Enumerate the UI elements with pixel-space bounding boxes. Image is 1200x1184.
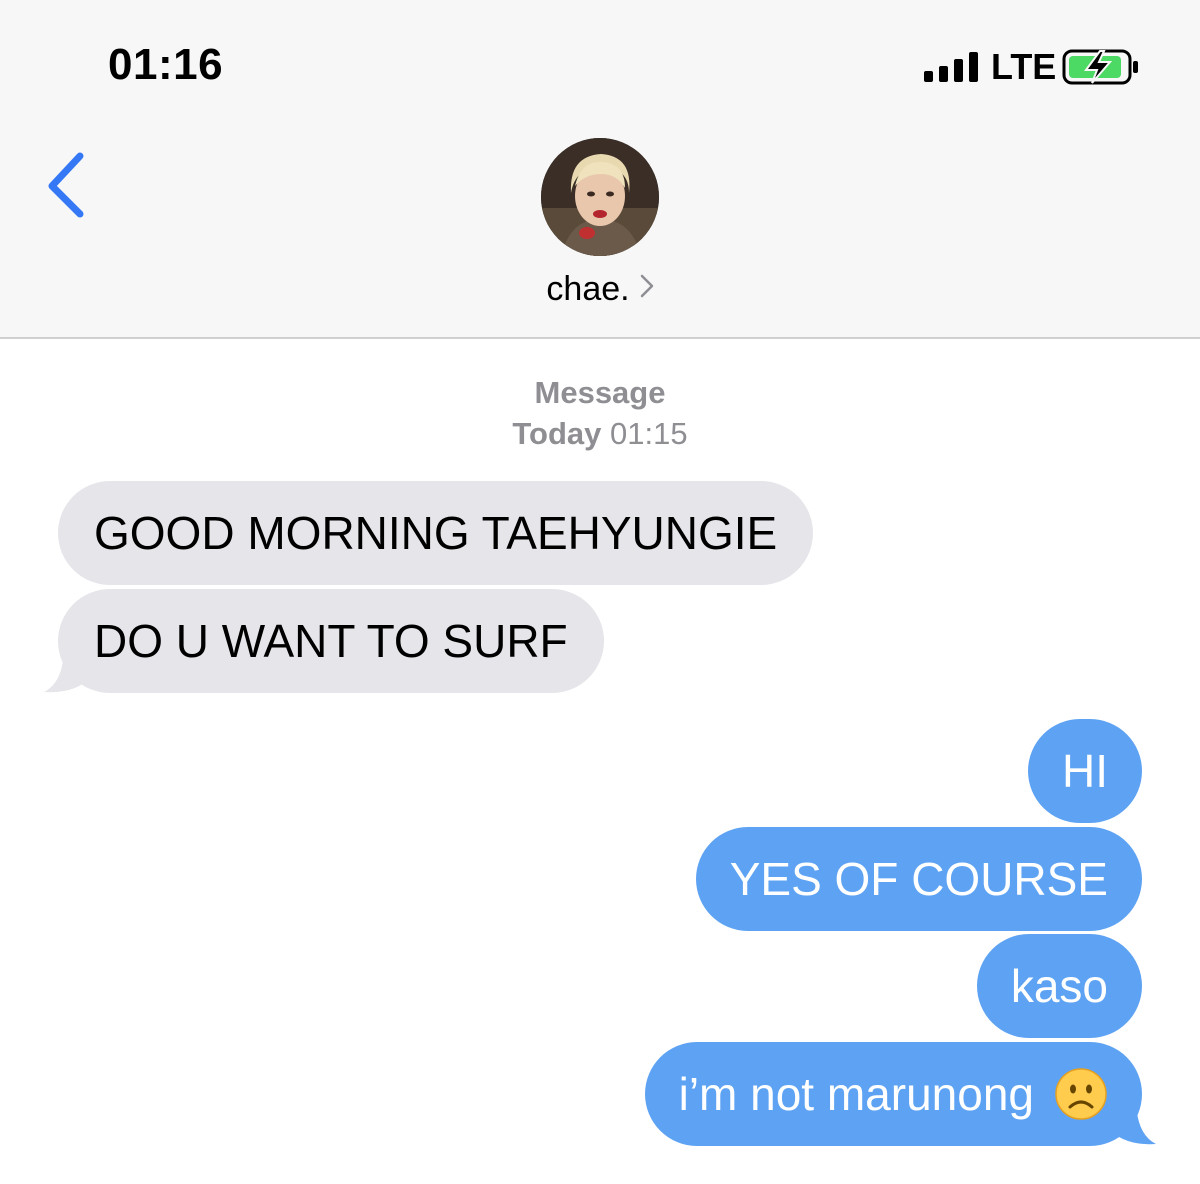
status-time: 01:16 (108, 40, 224, 89)
sent-message[interactable]: HI (1028, 719, 1142, 823)
back-button[interactable] (42, 150, 92, 220)
network-type: LTE (991, 46, 1057, 87)
chevron-right-icon (640, 268, 654, 307)
sent-message[interactable]: kaso (976, 934, 1142, 1038)
battery-charging-icon (1062, 49, 1138, 85)
chevron-left-icon (48, 152, 84, 218)
received-message[interactable]: GOOD MORNING TAEHYUNGIE (58, 481, 814, 585)
cellular-signal-icon (924, 52, 980, 82)
message-text: YES OF COURSE (729, 853, 1108, 905)
contact-name: chae. (546, 270, 630, 308)
avatar-photo (541, 138, 659, 256)
service-label: Message (534, 375, 666, 410)
message-text: kaso (1010, 960, 1108, 1012)
message-text: HI (1062, 745, 1108, 797)
timestamp-day: Today (512, 416, 602, 451)
received-message[interactable]: DO U WANT TO SURF (58, 589, 604, 693)
sent-message[interactable]: i’m not marunong (644, 1042, 1142, 1146)
message-text: GOOD MORNING TAEHYUNGIE (94, 507, 778, 559)
conversation-header: 01:16 LTE chae. (0, 0, 1200, 339)
frowning-face-icon (1055, 1068, 1107, 1120)
contact-avatar[interactable] (541, 138, 659, 256)
timestamp-time: 01:15 (610, 416, 688, 451)
sent-message[interactable]: YES OF COURSE (695, 827, 1142, 931)
message-text: DO U WANT TO SURF (94, 615, 568, 667)
message-text: i’m not marunong (678, 1068, 1034, 1120)
contact-name-button[interactable]: chae. (0, 268, 1200, 309)
thread-timestamp: Today 01:15 (0, 416, 1200, 452)
